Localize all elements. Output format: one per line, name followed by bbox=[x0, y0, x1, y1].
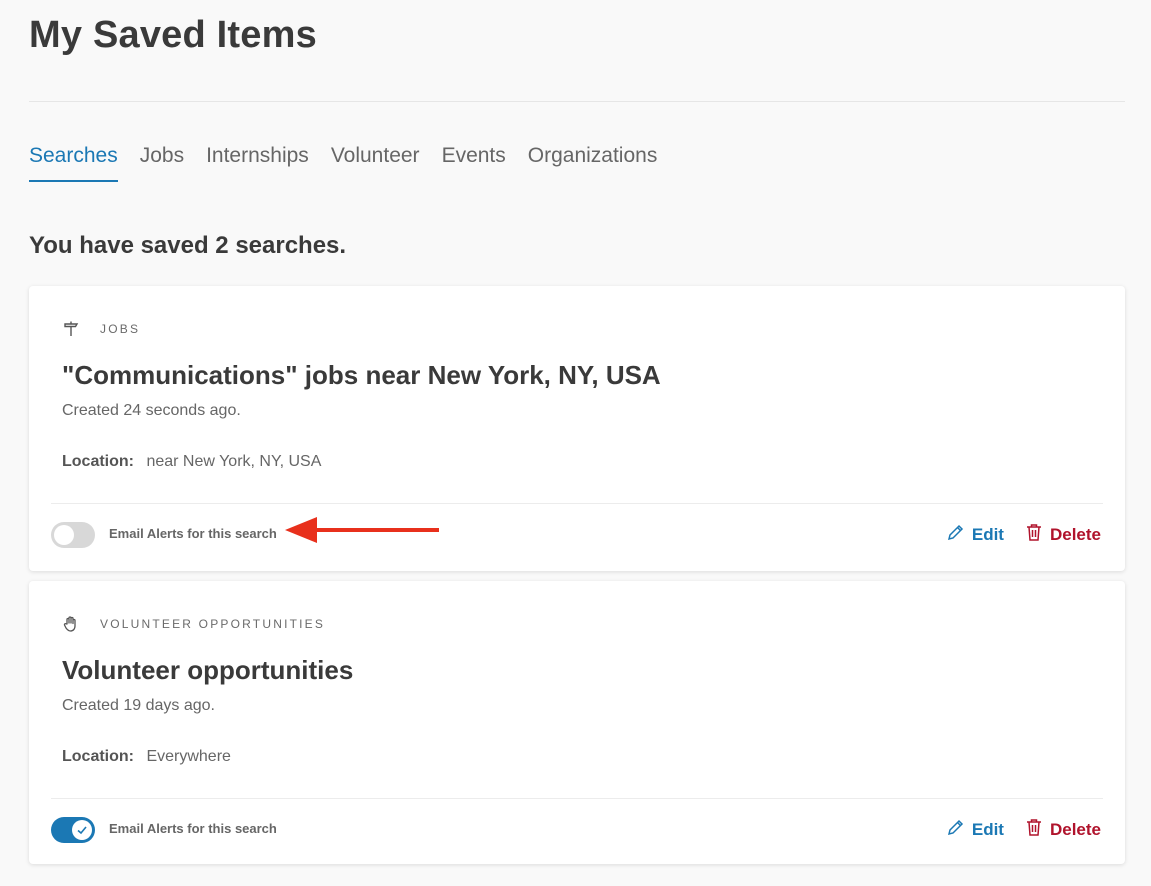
tab-internships[interactable]: Internships bbox=[206, 144, 309, 182]
card-divider bbox=[51, 503, 1103, 504]
annotation-arrow-icon bbox=[285, 517, 439, 543]
card-category: VOLUNTEER OPPORTUNITIES bbox=[62, 615, 325, 633]
tab-organizations[interactable]: Organizations bbox=[528, 144, 658, 182]
delete-button[interactable]: Delete bbox=[1026, 523, 1101, 546]
email-alert-toggle[interactable] bbox=[51, 522, 95, 548]
category-label: VOLUNTEER OPPORTUNITIES bbox=[100, 617, 326, 631]
card-category: JOBS bbox=[62, 320, 140, 338]
delete-label: Delete bbox=[1049, 524, 1101, 544]
hand-icon bbox=[62, 615, 80, 633]
category-label: JOBS bbox=[100, 322, 141, 336]
delete-label: Delete bbox=[1049, 819, 1101, 839]
location-label: Location: bbox=[62, 748, 134, 765]
delete-button[interactable]: Delete bbox=[1026, 818, 1101, 841]
signpost-icon bbox=[62, 320, 80, 338]
toggle-knob bbox=[54, 525, 74, 545]
email-alert-label: Email Alerts for this search bbox=[109, 821, 277, 836]
location-row: Location: near New York, NY, USA bbox=[62, 453, 321, 471]
edit-label: Edit bbox=[971, 819, 1004, 839]
check-icon bbox=[77, 826, 87, 835]
pencil-icon bbox=[947, 524, 964, 546]
pencil-icon bbox=[947, 819, 964, 841]
saved-count-heading: You have saved 2 searches. bbox=[29, 232, 347, 259]
page-title: My Saved Items bbox=[29, 14, 317, 56]
location-label: Location: bbox=[62, 453, 134, 470]
edit-button[interactable]: Edit bbox=[947, 524, 1004, 546]
trash-icon bbox=[1026, 523, 1042, 546]
card-actions: Edit Delete bbox=[947, 818, 1101, 841]
location-row: Location: Everywhere bbox=[62, 748, 231, 766]
email-alert-toggle[interactable] bbox=[51, 817, 95, 843]
card-divider bbox=[51, 798, 1103, 799]
trash-icon bbox=[1026, 818, 1042, 841]
toggle-knob bbox=[72, 820, 92, 840]
tab-events[interactable]: Events bbox=[442, 144, 506, 182]
location-value: near New York, NY, USA bbox=[146, 453, 322, 470]
tab-volunteer[interactable]: Volunteer bbox=[331, 144, 420, 182]
edit-label: Edit bbox=[971, 524, 1004, 544]
created-time: Created 24 seconds ago. bbox=[62, 402, 241, 419]
tab-searches[interactable]: Searches bbox=[29, 144, 118, 182]
search-title: "Communications" jobs near New York, NY,… bbox=[62, 360, 661, 390]
created-time: Created 19 days ago. bbox=[62, 697, 215, 714]
search-title: Volunteer opportunities bbox=[62, 655, 354, 685]
tab-jobs[interactable]: Jobs bbox=[140, 144, 184, 182]
card-actions: Edit Delete bbox=[947, 523, 1101, 546]
edit-button[interactable]: Edit bbox=[947, 819, 1004, 841]
saved-search-card: JOBS "Communications" jobs near New York… bbox=[29, 286, 1125, 571]
title-divider bbox=[29, 101, 1125, 102]
location-value: Everywhere bbox=[146, 748, 231, 765]
saved-items-tabs: Searches Jobs Internships Volunteer Even… bbox=[29, 144, 657, 182]
email-alert-label: Email Alerts for this search bbox=[109, 526, 277, 541]
saved-search-card: VOLUNTEER OPPORTUNITIES Volunteer opport… bbox=[29, 581, 1125, 864]
